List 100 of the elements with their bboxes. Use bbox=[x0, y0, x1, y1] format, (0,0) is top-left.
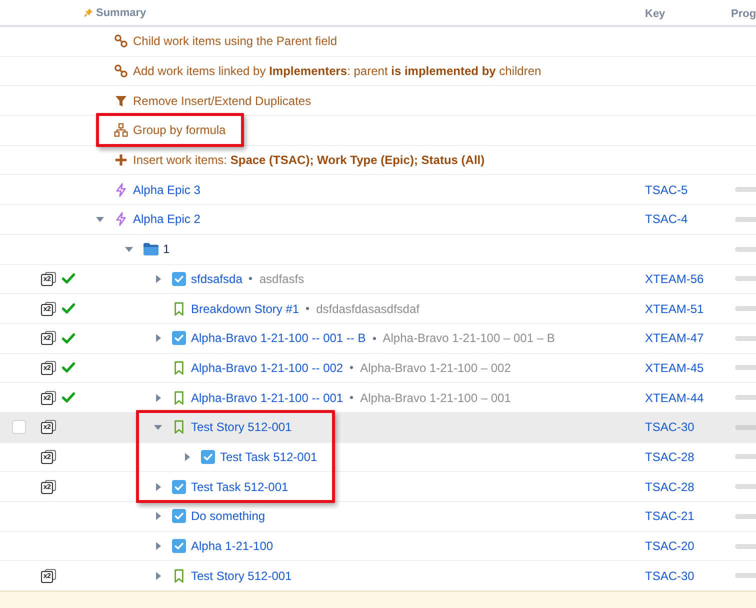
progress-track bbox=[735, 514, 756, 519]
issue-key[interactable]: TSAC-4 bbox=[645, 212, 688, 226]
progress-track bbox=[735, 395, 756, 400]
table-row[interactable]: 1 bbox=[0, 234, 756, 264]
bookmark-icon bbox=[172, 360, 186, 375]
issue-summary[interactable]: Alpha-Bravo 1-21-100 -- 001 -- B bbox=[191, 331, 366, 346]
table-row[interactable]: Insert work items: Space (TSAC); Work Type (Epic); Status (All) bbox=[0, 146, 756, 176]
table-row[interactable]: Child work items using the Parent field bbox=[0, 27, 756, 57]
lightning-icon bbox=[114, 182, 128, 197]
issue-summary[interactable]: Alpha Epic 2 bbox=[133, 212, 200, 226]
separator-dot-icon bbox=[306, 307, 310, 310]
progress-track bbox=[735, 216, 756, 222]
separator-dot-icon bbox=[372, 336, 376, 340]
issue-key[interactable]: TSAC-21 bbox=[645, 509, 694, 524]
column-header: Prog bbox=[731, 8, 756, 20]
progress-track bbox=[735, 454, 756, 460]
issue-key[interactable]: TSAC-30 bbox=[645, 420, 694, 434]
generator-label: Child work items using the Parent field bbox=[133, 34, 338, 48]
issue-key[interactable]: XTEAM-56 bbox=[645, 272, 704, 286]
checked-square-icon bbox=[172, 331, 186, 346]
issue-key[interactable]: XTEAM-44 bbox=[645, 390, 704, 405]
progress-track bbox=[735, 336, 756, 341]
issue-key[interactable]: XTEAM-51 bbox=[645, 302, 704, 316]
progress-track bbox=[735, 276, 756, 282]
issue-key[interactable]: XTEAM-45 bbox=[645, 360, 704, 375]
link-icon bbox=[114, 64, 128, 78]
expand-toggle[interactable] bbox=[156, 512, 160, 520]
bookmark-icon bbox=[172, 420, 186, 434]
expand-toggle[interactable] bbox=[154, 424, 162, 430]
expand-toggle[interactable] bbox=[184, 452, 190, 461]
progress-track bbox=[735, 246, 756, 252]
issue-key[interactable]: TSAC-28 bbox=[645, 450, 694, 464]
checked-square-icon bbox=[172, 272, 186, 286]
issue-key[interactable]: XTEAM-47 bbox=[645, 331, 704, 346]
issue-summary[interactable]: Test Story 512-001 bbox=[191, 420, 292, 434]
checked-square-icon bbox=[172, 480, 186, 494]
expand-toggle[interactable] bbox=[156, 482, 160, 491]
generator-label: Add work items linked by Implementers: parent is implemented by children bbox=[133, 64, 542, 78]
issue-summary[interactable]: Do something bbox=[191, 509, 266, 524]
row-checkbox[interactable] bbox=[12, 420, 26, 434]
issue-key[interactable]: TSAC-28 bbox=[645, 480, 694, 494]
issue-description: Alpha-Bravo 1-21-100 – 001 bbox=[360, 390, 511, 405]
checked-square-icon bbox=[201, 450, 215, 464]
issue-summary[interactable]: sfdsafsda bbox=[191, 272, 242, 286]
expand-toggle[interactable] bbox=[156, 572, 160, 580]
issue-key[interactable]: TSAC-5 bbox=[645, 182, 688, 197]
issue-summary[interactable]: Alpha-Bravo 1-21-100 -- 002 bbox=[191, 360, 344, 375]
generator-label: Remove Insert/Extend Duplicates bbox=[133, 94, 312, 108]
link-icon bbox=[114, 34, 128, 48]
table-row[interactable]: Group by formula bbox=[0, 116, 756, 146]
table-row[interactable]: Do something TSAC-21 bbox=[0, 502, 756, 532]
table-row[interactable]: Alpha Epic 2 TSAC-4 bbox=[0, 205, 756, 235]
progress-track bbox=[735, 484, 756, 490]
issue-summary[interactable]: Breakdown Story #1 bbox=[191, 302, 300, 316]
expand-toggle[interactable] bbox=[96, 216, 104, 222]
issue-summary[interactable]: Alpha 1-21-100 bbox=[191, 539, 274, 554]
bookmark-icon bbox=[172, 568, 186, 583]
bookmark-icon bbox=[172, 390, 186, 405]
filter-icon bbox=[114, 94, 128, 108]
issue-summary[interactable]: Test Task 512-001 bbox=[220, 450, 318, 464]
expand-toggle[interactable] bbox=[156, 394, 160, 402]
pin-icon bbox=[84, 8, 93, 17]
column-header: Summary bbox=[96, 6, 146, 18]
issue-key[interactable]: TSAC-20 bbox=[645, 539, 694, 554]
table-row[interactable]: Remove Insert/Extend Duplicates bbox=[0, 86, 756, 116]
folder-name: 1 bbox=[163, 242, 170, 256]
issue-description: Alpha-Bravo 1-21-100 – 002 bbox=[360, 360, 511, 375]
progress-track bbox=[735, 306, 756, 312]
generator-label: Group by formula bbox=[133, 123, 226, 138]
issue-summary[interactable]: Test Story 512-001 bbox=[191, 568, 292, 583]
issue-summary[interactable]: Alpha Epic 3 bbox=[133, 182, 200, 197]
progress-track bbox=[735, 544, 756, 549]
hierarchy-icon bbox=[114, 123, 128, 138]
issue-description: Alpha-Bravo 1-21-100 – 001 – B bbox=[382, 331, 555, 346]
issue-description: asdfasfs bbox=[259, 272, 304, 286]
checked-square-icon bbox=[172, 509, 186, 524]
table-row[interactable]: Add work items linked by Implementers: parent is implemented by children bbox=[0, 56, 756, 86]
issue-summary[interactable]: Alpha-Bravo 1-21-100 -- 001 bbox=[191, 390, 344, 405]
plus-icon bbox=[114, 153, 128, 168]
table-row[interactable]: Alpha 1-21-100 TSAC-20 bbox=[0, 532, 756, 562]
separator-dot-icon bbox=[350, 366, 354, 370]
issue-description: dsfdasfdasasdfsdaf bbox=[316, 302, 420, 316]
bookmark-icon bbox=[172, 302, 186, 316]
table-row[interactable]: Alpha Epic 3 TSAC-5 bbox=[0, 175, 756, 206]
progress-track bbox=[735, 187, 756, 192]
separator-dot-icon bbox=[350, 396, 354, 400]
expand-toggle[interactable] bbox=[156, 334, 160, 342]
expand-toggle[interactable] bbox=[156, 542, 160, 550]
progress-track bbox=[735, 573, 756, 578]
expand-toggle[interactable] bbox=[125, 246, 133, 252]
folder-icon bbox=[143, 242, 159, 256]
generator-label: Insert work items: Space (TSAC); Work Type (Epic); Status (All) bbox=[133, 153, 485, 168]
issue-key[interactable]: TSAC-30 bbox=[645, 568, 694, 583]
progress-track bbox=[735, 365, 756, 370]
column-header: Key bbox=[645, 8, 666, 20]
expand-toggle[interactable] bbox=[156, 274, 160, 283]
progress-track bbox=[735, 424, 756, 430]
separator-dot-icon bbox=[249, 277, 252, 280]
lightning-icon bbox=[114, 212, 128, 226]
issue-summary[interactable]: Test Task 512-001 bbox=[191, 480, 288, 494]
